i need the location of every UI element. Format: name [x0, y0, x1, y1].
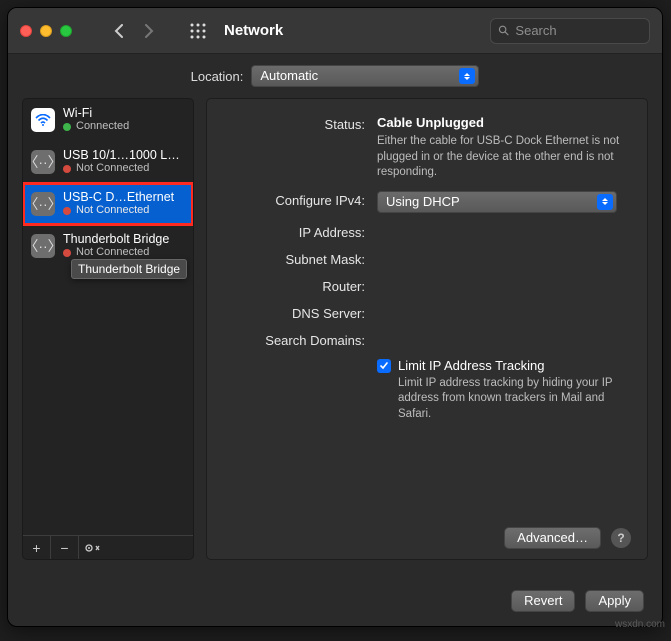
- gear-dropdown-icon: [84, 543, 102, 553]
- interfaces-list: Wi-Fi Connected 〈··〉 USB 10/1…1000 LAN N…: [23, 99, 193, 535]
- ethernet-icon: 〈··〉: [31, 192, 55, 216]
- dns-server-label: DNS Server:: [223, 304, 365, 321]
- back-button[interactable]: [104, 20, 134, 42]
- sidebar-item-label: Wi-Fi: [63, 106, 129, 120]
- main-area: Wi-Fi Connected 〈··〉 USB 10/1…1000 LAN N…: [8, 98, 662, 574]
- configure-ipv4-select[interactable]: Using DHCP: [377, 191, 617, 213]
- ip-address-label: IP Address:: [223, 223, 365, 240]
- status-hint: Either the cable for USB-C Dock Ethernet…: [377, 134, 631, 181]
- sidebar-item-label: USB 10/1…1000 LAN: [63, 148, 183, 162]
- revert-button[interactable]: Revert: [511, 590, 575, 612]
- ethernet-icon: 〈··〉: [31, 234, 55, 258]
- search-domains-label: Search Domains:: [223, 331, 365, 348]
- sidebar-toolbar: + −: [23, 535, 193, 559]
- search-input[interactable]: [515, 23, 642, 38]
- search-field[interactable]: [490, 18, 650, 44]
- sidebar-item-label: USB-C D…Ethernet: [63, 190, 174, 204]
- location-select[interactable]: Automatic: [251, 65, 479, 87]
- status-dot-icon: [63, 165, 71, 173]
- remove-interface-button[interactable]: −: [51, 536, 79, 559]
- location-value: Automatic: [260, 66, 318, 86]
- window-title: Network: [224, 22, 283, 39]
- ethernet-icon: 〈··〉: [31, 150, 55, 174]
- show-all-icon[interactable]: [190, 23, 206, 39]
- check-icon: [379, 361, 389, 371]
- limit-ip-tracking-label: Limit IP Address Tracking: [398, 358, 631, 373]
- wifi-icon: [31, 108, 55, 132]
- configure-ipv4-value: Using DHCP: [386, 192, 460, 212]
- forward-button[interactable]: [134, 20, 164, 42]
- detail-pane: Status: Cable Unplugged Either the cable…: [206, 98, 648, 560]
- status-dot-icon: [63, 123, 71, 131]
- minimize-icon[interactable]: [40, 25, 52, 37]
- nav-arrows: [104, 20, 164, 42]
- advanced-button[interactable]: Advanced…: [504, 527, 601, 549]
- status-dot-icon: [63, 207, 71, 215]
- status-value: Cable Unplugged: [377, 115, 631, 130]
- sidebar-item-wifi[interactable]: Wi-Fi Connected: [23, 99, 193, 141]
- watermark: wsxdn.com: [615, 619, 665, 630]
- traffic-lights: [20, 25, 72, 37]
- chevron-updown-icon: [597, 194, 613, 210]
- settings-window: Network Location: Automatic Wi-Fi: [7, 7, 663, 627]
- configure-ipv4-label: Configure IPv4:: [223, 191, 365, 213]
- sidebar-item-usbc-ethernet[interactable]: 〈··〉 USB-C D…Ethernet Not Connected: [23, 183, 193, 225]
- interfaces-sidebar: Wi-Fi Connected 〈··〉 USB 10/1…1000 LAN N…: [22, 98, 194, 560]
- apply-button[interactable]: Apply: [585, 590, 644, 612]
- more-options-button[interactable]: [79, 536, 107, 559]
- footer-buttons: Revert Apply: [511, 590, 644, 612]
- search-icon: [498, 24, 509, 37]
- limit-ip-tracking-checkbox[interactable]: [377, 359, 391, 373]
- help-button[interactable]: ?: [611, 528, 631, 548]
- sidebar-item-usb-lan[interactable]: 〈··〉 USB 10/1…1000 LAN Not Connected: [23, 141, 193, 183]
- sidebar-item-thunderbolt[interactable]: 〈··〉 Thunderbolt Bridge Not Connected Th…: [23, 225, 193, 267]
- add-interface-button[interactable]: +: [23, 536, 51, 559]
- router-label: Router:: [223, 277, 365, 294]
- tooltip: Thunderbolt Bridge: [71, 259, 187, 279]
- limit-ip-tracking-hint: Limit IP address tracking by hiding your…: [398, 376, 631, 423]
- titlebar: Network: [8, 8, 662, 54]
- location-label: Location:: [191, 69, 244, 84]
- chevron-updown-icon: [459, 68, 475, 84]
- status-dot-icon: [63, 249, 71, 257]
- close-icon[interactable]: [20, 25, 32, 37]
- subnet-mask-label: Subnet Mask:: [223, 250, 365, 267]
- sidebar-item-label: Thunderbolt Bridge: [63, 232, 169, 246]
- location-row: Location: Automatic: [8, 54, 662, 98]
- zoom-icon[interactable]: [60, 25, 72, 37]
- status-label: Status:: [223, 115, 365, 181]
